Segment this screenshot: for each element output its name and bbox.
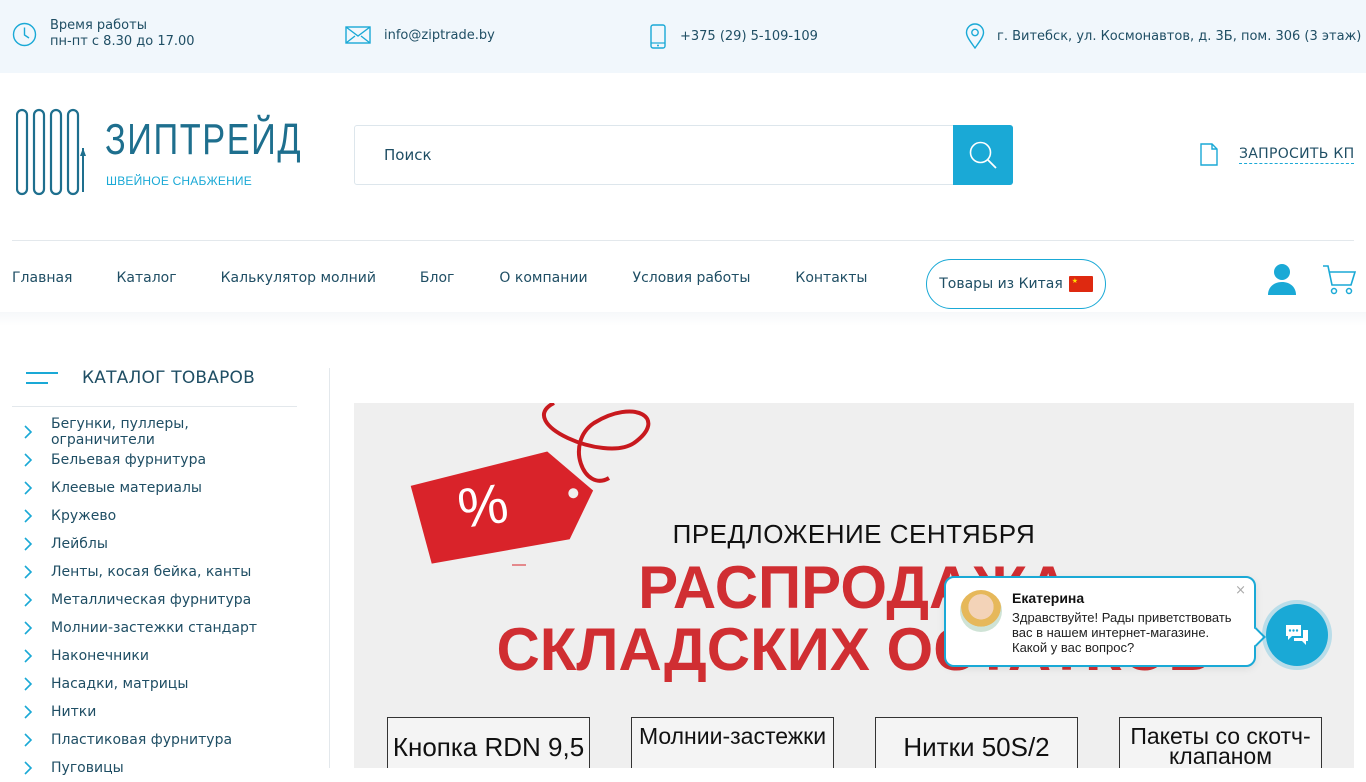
phone-link[interactable]: +375 (29) 5-109-109: [680, 29, 818, 44]
nav-shadow: [0, 312, 1366, 326]
hours-title: Время работы: [50, 18, 147, 33]
catalog-item-label: Пуговицы: [51, 760, 124, 776]
address-contact: г. Витебск, ул. Космонавтов, д. 3Б, пом.…: [965, 23, 1361, 49]
search-icon: [969, 141, 997, 169]
chevron-right-icon: [12, 481, 51, 495]
cart-button[interactable]: [1322, 264, 1357, 300]
phone-icon: [650, 24, 666, 49]
site-logo[interactable]: ЗИПТРЕЙД ШВЕЙНОЕ СНАБЖЕНИЕ: [15, 108, 301, 196]
catalog-item-label: Насадки, матрицы: [51, 676, 189, 692]
clock-icon: [12, 22, 37, 46]
nav-divider: [12, 240, 1354, 241]
nav-contacts[interactable]: Контакты: [795, 270, 867, 294]
menu-lines-icon: [26, 372, 58, 384]
catalog-item-label: Бельевая фурнитура: [51, 452, 207, 468]
logo-name: ЗИПТРЕЙД: [105, 115, 303, 164]
china-goods-label: Товары из Китая: [939, 276, 1063, 292]
catalog-item[interactable]: Наконечники: [12, 642, 297, 670]
catalog-item[interactable]: Бегунки, пуллеры, ограничители: [12, 416, 297, 448]
chevron-right-icon: [12, 453, 51, 467]
catalog-item-label: Молнии-застежки стандарт: [51, 620, 257, 636]
catalog-item-label: Лейблы: [51, 536, 108, 552]
chat-popup[interactable]: Екатерина Здравствуйте! Рады приветствов…: [944, 576, 1266, 667]
catalog-item[interactable]: Молнии-застежки стандарт: [12, 614, 297, 642]
catalog-item[interactable]: Лейблы: [12, 530, 297, 558]
phone-contact[interactable]: +375 (29) 5-109-109: [650, 24, 818, 49]
catalog-item-label: Клеевые материалы: [51, 480, 202, 496]
chevron-right-icon: [12, 761, 51, 775]
main-nav: Главная Каталог Калькулятор молний Блог …: [12, 270, 867, 294]
catalog-title: КАТАЛОГ ТОВАРОВ: [82, 368, 255, 388]
top-info-bar: Время работы пн-пт с 8.30 до 17.00 info@…: [0, 0, 1366, 73]
catalog-sidebar: КАТАЛОГ ТОВАРОВ: [12, 360, 297, 407]
location-pin-icon: [965, 23, 985, 49]
mail-icon: [345, 26, 371, 44]
chevron-right-icon: [12, 621, 51, 635]
catalog-item-label: Пластиковая фурнитура: [51, 732, 233, 748]
document-icon: [1200, 143, 1218, 166]
search-button[interactable]: [953, 125, 1013, 185]
catalog-header[interactable]: КАТАЛОГ ТОВАРОВ: [12, 360, 297, 396]
catalog-item[interactable]: Пластиковая фурнитура: [12, 726, 297, 754]
catalog-item-label: Наконечники: [51, 648, 149, 664]
chevron-right-icon: [12, 565, 51, 579]
banner-product-box: Кнопка RDN 9,5: [387, 717, 590, 768]
chevron-right-icon: [12, 677, 51, 691]
chevron-right-icon: [12, 425, 51, 439]
sidebar-divider: [329, 368, 330, 768]
chevron-right-icon: [12, 537, 51, 551]
account-button[interactable]: [1267, 263, 1297, 299]
nav-blog[interactable]: Блог: [420, 270, 454, 294]
user-icon: [1268, 264, 1296, 295]
address-text: г. Витебск, ул. Космонавтов, д. 3Б, пом.…: [997, 28, 1362, 44]
nav-home[interactable]: Главная: [12, 270, 72, 294]
nav-zipper-calculator[interactable]: Калькулятор молний: [221, 270, 376, 294]
china-flag-icon: ★: [1068, 276, 1093, 292]
agent-avatar: [960, 590, 1002, 632]
catalog-item[interactable]: Клеевые материалы: [12, 474, 297, 502]
banner-product-box: Нитки 50S/2: [875, 717, 1078, 768]
search-input[interactable]: [355, 126, 954, 184]
catalog-item-label: Ленты, косая бейка, канты: [51, 564, 252, 580]
banner-subtitle: ПРЕДЛОЖЕНИЕ СЕНТЯБРЯ: [672, 519, 1036, 549]
china-goods-button[interactable]: Товары из Китая ★: [926, 259, 1106, 309]
banner-product-box: Молнии-застежки: [631, 717, 834, 768]
nav-terms[interactable]: Условия работы: [633, 270, 751, 294]
chevron-right-icon: [12, 733, 51, 747]
catalog-item[interactable]: Нитки: [12, 698, 297, 726]
catalog-list: Бегунки, пуллеры, ограничители Бельевая …: [12, 416, 297, 782]
logo-tagline: ШВЕЙНОЕ СНАБЖЕНИЕ: [106, 174, 252, 188]
catalog-divider: [12, 406, 297, 407]
nav-about[interactable]: О компании: [499, 270, 587, 294]
catalog-item-label: Бегунки, пуллеры, ограничители: [50, 416, 189, 448]
chat-message: Здравствуйте! Рады приветствовать вас в …: [1012, 610, 1232, 655]
catalog-item[interactable]: Бельевая фурнитура: [12, 446, 297, 474]
email-contact[interactable]: info@ziptrade.by: [345, 26, 495, 44]
chevron-right-icon: [12, 593, 51, 607]
catalog-item-label: Нитки: [51, 704, 97, 720]
chevron-right-icon: [12, 509, 51, 523]
chevron-right-icon: [12, 705, 51, 719]
request-quote-button[interactable]: ЗАПРОСИТЬ КП: [1200, 143, 1355, 166]
chevron-right-icon: [12, 649, 51, 663]
catalog-item-label: Кружево: [51, 508, 117, 524]
catalog-item[interactable]: Кружево: [12, 502, 297, 530]
catalog-item[interactable]: Насадки, матрицы: [12, 670, 297, 698]
catalog-item[interactable]: Ленты, косая бейка, канты: [12, 558, 297, 586]
catalog-item-label: Металлическая фурнитура: [51, 592, 252, 608]
nav-catalog[interactable]: Каталог: [116, 270, 176, 294]
chat-open-button[interactable]: [1266, 604, 1328, 666]
working-hours: Время работы пн-пт с 8.30 до 17.00: [12, 18, 195, 50]
cart-icon: [1323, 265, 1357, 295]
email-link[interactable]: info@ziptrade.by: [384, 28, 495, 43]
chat-bubbles-icon: [1286, 625, 1308, 645]
agent-name: Екатерина: [1012, 590, 1085, 606]
request-quote-label[interactable]: ЗАПРОСИТЬ КП: [1239, 146, 1355, 164]
search-bar: [354, 125, 1013, 185]
close-icon[interactable]: ×: [1235, 583, 1246, 598]
banner-product-box: Пакеты со скотч-клапаном: [1119, 717, 1322, 768]
hours-value: пн-пт с 8.30 до 17.00: [50, 34, 195, 49]
catalog-item[interactable]: Металлическая фурнитура: [12, 586, 297, 614]
catalog-item[interactable]: Пуговицы: [12, 754, 297, 782]
